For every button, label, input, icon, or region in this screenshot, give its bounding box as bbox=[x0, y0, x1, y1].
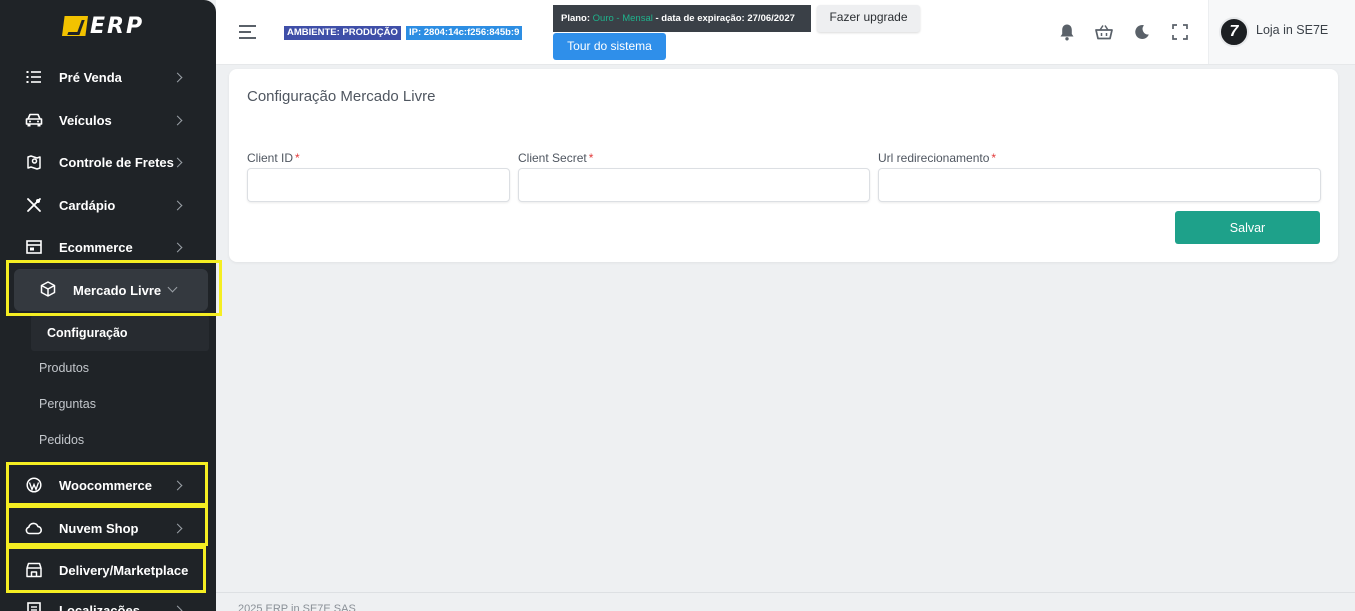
user-name: Loja in SE7E bbox=[1256, 23, 1329, 37]
fullscreen-icon[interactable] bbox=[1170, 22, 1190, 42]
sidebar-item-delivery-marketplace[interactable]: Delivery/Marketplace bbox=[0, 550, 216, 590]
sidebar-subitem-produtos[interactable]: Produtos bbox=[39, 361, 89, 375]
sidebar-item-label: Pré Venda bbox=[59, 69, 122, 85]
sidebar-item-controle-de-fretes[interactable]: Controle de Fretes bbox=[0, 142, 216, 182]
chevron-down-icon bbox=[167, 282, 178, 293]
logo-mark-icon bbox=[62, 16, 88, 36]
redirect-url-label-text: Url redirecionamento bbox=[878, 151, 990, 165]
sidebar-item-woocommerce[interactable]: Woocommerce bbox=[0, 465, 216, 505]
map-pin-icon bbox=[25, 153, 43, 171]
list-icon bbox=[25, 68, 43, 86]
sidebar-item-pre-venda[interactable]: Pré Venda bbox=[0, 57, 216, 97]
footer-divider bbox=[216, 592, 1355, 593]
sidebar-subitem-configuracao[interactable]: Configuração bbox=[31, 315, 209, 351]
chevron-right-icon bbox=[172, 242, 183, 252]
avatar: 7 bbox=[1219, 17, 1249, 47]
sidebar-item-label: Mercado Livre bbox=[73, 283, 162, 298]
redirect-url-label: Url redirecionamento * bbox=[878, 151, 996, 165]
box-icon bbox=[40, 281, 58, 299]
sidebar-item-label: Delivery/Marketplace bbox=[59, 562, 189, 578]
basket-icon[interactable] bbox=[1094, 22, 1114, 42]
mercado-livre-config-card: Configuração Mercado Livre Client ID * Cl… bbox=[229, 69, 1338, 262]
sidebar: ERP Pré Venda Veículos Controle de Frete… bbox=[0, 0, 216, 611]
menu-toggle-icon[interactable] bbox=[239, 25, 256, 40]
logo[interactable]: ERP bbox=[62, 13, 145, 39]
sidebar-item-ecommerce[interactable]: Ecommerce bbox=[0, 227, 216, 267]
top-header: AMBIENTE: PRODUÇÃO IP: 2804:14c:f256:845… bbox=[216, 0, 1355, 65]
client-id-label-text: Client ID bbox=[247, 151, 294, 165]
sidebar-item-label: Veículos bbox=[59, 112, 112, 128]
sidebar-item-localizacoes[interactable]: Localizações bbox=[0, 590, 216, 611]
plan-prefix: Plano: bbox=[561, 13, 591, 24]
chevron-right-icon bbox=[172, 72, 183, 82]
sidebar-item-label: Cardápio bbox=[59, 197, 116, 213]
document-icon bbox=[25, 601, 43, 611]
page-title: Configuração Mercado Livre bbox=[247, 88, 436, 105]
sidebar-item-label: Nuvem Shop bbox=[59, 520, 139, 536]
shop-icon bbox=[25, 561, 43, 579]
wordpress-icon bbox=[25, 476, 43, 494]
moon-icon[interactable] bbox=[1132, 22, 1152, 42]
client-secret-label: Client Secret * bbox=[518, 151, 593, 165]
environment-badge: AMBIENTE: PRODUÇÃO bbox=[284, 26, 401, 40]
chevron-right-icon bbox=[172, 115, 183, 125]
sidebar-item-cardapio[interactable]: Cardápio bbox=[0, 185, 216, 225]
plan-name: Ouro - Mensal bbox=[592, 13, 653, 24]
chevron-right-icon bbox=[172, 523, 183, 533]
footer-text: 2025 ERP in SE7E SAS bbox=[238, 603, 356, 611]
plan-expiration: - data de expiração: 27/06/2027 bbox=[655, 13, 795, 24]
upgrade-button[interactable]: Fazer upgrade bbox=[817, 5, 920, 32]
sidebar-item-mercado-livre[interactable]: Mercado Livre bbox=[14, 269, 208, 311]
redirect-url-input[interactable] bbox=[878, 168, 1321, 202]
chevron-right-icon bbox=[172, 480, 183, 490]
chevron-right-icon bbox=[172, 605, 183, 611]
sidebar-item-label: Localizações bbox=[59, 602, 140, 611]
client-secret-input[interactable] bbox=[518, 168, 870, 202]
logo-text: ERP bbox=[90, 13, 145, 39]
required-asterisk: * bbox=[588, 151, 594, 165]
client-id-input[interactable] bbox=[247, 168, 510, 202]
sidebar-item-label: Woocommerce bbox=[59, 477, 152, 493]
store-icon bbox=[25, 238, 43, 256]
sidebar-subitem-pedidos[interactable]: Pedidos bbox=[39, 433, 84, 447]
required-asterisk: * bbox=[991, 151, 997, 165]
sidebar-item-label: Controle de Fretes bbox=[59, 154, 174, 170]
sidebar-subitem-perguntas[interactable]: Perguntas bbox=[39, 397, 96, 411]
user-menu[interactable]: 7 Loja in SE7E bbox=[1208, 0, 1355, 64]
sidebar-item-label: Ecommerce bbox=[59, 239, 133, 255]
system-tour-button[interactable]: Tour do sistema bbox=[553, 33, 666, 60]
client-id-label: Client ID * bbox=[247, 151, 300, 165]
sidebar-item-veiculos[interactable]: Veículos bbox=[0, 100, 216, 140]
ip-badge: IP: 2804:14c:f256:845b:9 bbox=[406, 26, 523, 40]
car-icon bbox=[25, 111, 43, 129]
chevron-right-icon bbox=[172, 200, 183, 210]
client-secret-label-text: Client Secret bbox=[518, 151, 587, 165]
bell-icon[interactable] bbox=[1057, 22, 1077, 42]
chevron-right-icon bbox=[172, 157, 183, 167]
save-button[interactable]: Salvar bbox=[1175, 211, 1320, 244]
utensils-icon bbox=[25, 196, 43, 214]
cloud-icon bbox=[25, 519, 43, 537]
sidebar-item-nuvem-shop[interactable]: Nuvem Shop bbox=[0, 508, 216, 548]
plan-info: Plano: Ouro - Mensal - data de expiração… bbox=[553, 5, 811, 32]
required-asterisk: * bbox=[295, 151, 300, 165]
